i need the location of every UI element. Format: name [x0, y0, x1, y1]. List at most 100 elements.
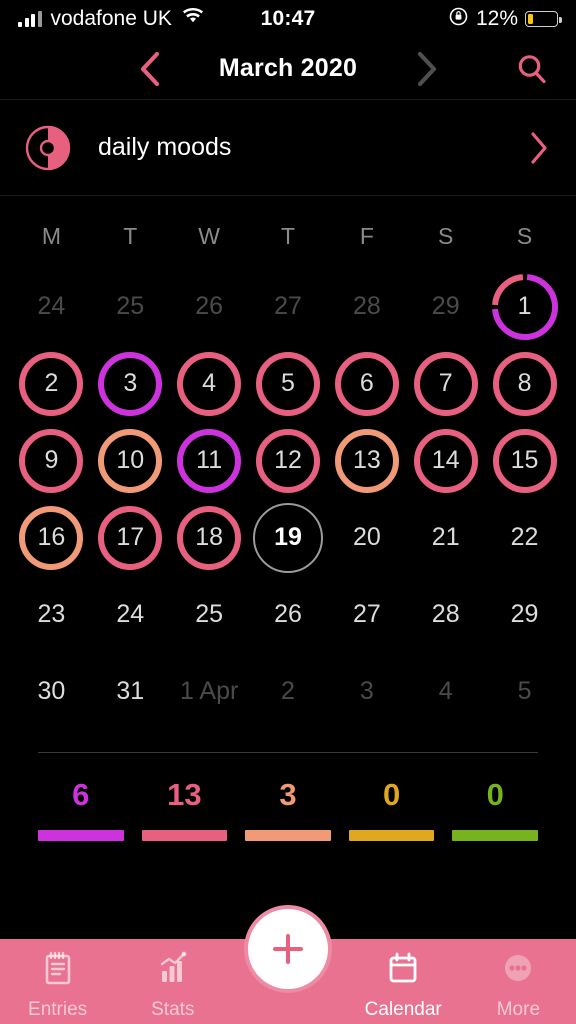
calendar-day-cell[interactable]: 28: [327, 268, 406, 345]
day-number-label: 21: [431, 523, 460, 551]
next-month-button[interactable]: [404, 47, 448, 91]
calendar-day-cell[interactable]: 7: [406, 345, 485, 422]
day-number-label: 16: [37, 523, 66, 551]
calendar-day-cell[interactable]: 1: [485, 268, 564, 345]
day-number-label: 1 Apr: [179, 677, 239, 705]
weekday-label: W: [198, 223, 220, 249]
mood-summary-row: 6 13 3 0 0: [38, 779, 538, 841]
add-entry-button[interactable]: [244, 905, 332, 993]
calendar-day-cell[interactable]: 13: [327, 422, 406, 499]
tab-stats[interactable]: Stats: [115, 949, 230, 1021]
tab-more[interactable]: More: [461, 949, 576, 1021]
calendar-week-row: 16 17 18 19 20 21 22: [12, 499, 564, 576]
calendar-day-cell[interactable]: 19: [249, 499, 328, 576]
calendar-day-cell[interactable]: 22: [485, 499, 564, 576]
day-number-label: 27: [352, 600, 381, 628]
calendar-day-cell[interactable]: 4: [170, 345, 249, 422]
tab-label: Calendar: [364, 999, 442, 1020]
calendar-day-cell[interactable]: 26: [170, 268, 249, 345]
weekday-label: S: [438, 223, 454, 249]
calendar-day-cell[interactable]: 23: [12, 576, 91, 653]
day-number-label: 11: [196, 446, 223, 474]
calendar-day-cell[interactable]: 30: [12, 653, 91, 730]
calendar-day-cell[interactable]: 26: [249, 576, 328, 653]
calendar-day-cell[interactable]: 11: [170, 422, 249, 499]
tab-label: Entries: [28, 999, 88, 1020]
calendar-week-row: 23 24 25 26 27 28 29: [12, 576, 564, 653]
mood-color-bar: [38, 830, 124, 841]
calendar-day-cell[interactable]: 12: [249, 422, 328, 499]
calendar-day-cell[interactable]: 4: [406, 653, 485, 730]
calendar-weeks: 24 25 26 27 28 29 1 2 3 4 5 6 7 8 9 10 11 12 13 14 15 16 17 18 1…: [12, 268, 564, 730]
day-number-label: 15: [510, 446, 539, 474]
calendar-day-cell[interactable]: 16: [12, 499, 91, 576]
calendar-day-cell[interactable]: 2: [12, 345, 91, 422]
search-icon: [518, 54, 546, 83]
calendar-day-cell[interactable]: 24: [91, 576, 170, 653]
calendar-day-cell[interactable]: 27: [249, 268, 328, 345]
calendar-day-cell[interactable]: 5: [249, 345, 328, 422]
day-number-label: 3: [123, 369, 138, 397]
calendar-day-cell[interactable]: 5: [485, 653, 564, 730]
day-number-label: 4: [438, 677, 453, 705]
mood-color-bar: [141, 830, 228, 841]
daily-moods-row[interactable]: daily moods: [0, 100, 576, 196]
tab-calendar[interactable]: Calendar: [346, 949, 461, 1021]
calendar-day-cell[interactable]: 21: [406, 499, 485, 576]
mood-color-bar: [348, 830, 435, 841]
day-number-label: 19: [274, 523, 302, 551]
day-number-label: 18: [195, 523, 224, 551]
day-number-label: 5: [517, 677, 532, 705]
tab-entries[interactable]: Entries: [0, 949, 115, 1021]
calendar-day-cell[interactable]: 25: [170, 576, 249, 653]
app-screen: vodafone UK 10:47 12% March 2020 daily m…: [0, 0, 576, 1024]
weekday-header-row: MTWTFSS: [12, 212, 564, 260]
calendar-day-cell[interactable]: 25: [91, 268, 170, 345]
calendar-day-cell[interactable]: 18: [170, 499, 249, 576]
calendar-day-cell[interactable]: 2: [249, 653, 328, 730]
search-button[interactable]: [510, 47, 554, 91]
calendar-day-cell[interactable]: 8: [485, 345, 564, 422]
day-number-label: 24: [116, 600, 145, 628]
mood-count-label: 6: [72, 777, 90, 812]
calendar-day-cell[interactable]: 1 Apr: [170, 653, 249, 730]
calendar-day-cell[interactable]: 3: [91, 345, 170, 422]
mood-count-label: 0: [382, 777, 401, 812]
calendar-day-cell[interactable]: 31: [91, 653, 170, 730]
day-number-label: 6: [359, 369, 374, 397]
page-title: March 2020: [218, 54, 358, 82]
calendar-day-cell[interactable]: 28: [406, 576, 485, 653]
calendar-day-cell[interactable]: 29: [485, 576, 564, 653]
weekday-label: T: [280, 223, 296, 249]
calendar-day-cell[interactable]: 15: [485, 422, 564, 499]
day-number-label: 5: [281, 369, 295, 397]
calendar-day-cell[interactable]: 24: [12, 268, 91, 345]
day-number-label: 25: [116, 292, 145, 320]
calendar-day-cell[interactable]: 20: [327, 499, 406, 576]
mood-summary-item: 0: [348, 777, 435, 841]
tab-label: More: [496, 999, 541, 1020]
calendar-day-cell[interactable]: 6: [327, 345, 406, 422]
calendar-day-cell[interactable]: 9: [12, 422, 91, 499]
calendar-day-cell[interactable]: 3: [327, 653, 406, 730]
tab-label: Stats: [151, 999, 195, 1020]
day-number-label: 4: [202, 369, 217, 397]
day-number-label: 3: [359, 677, 374, 705]
day-number-label: 24: [37, 292, 66, 320]
calendar-day-cell[interactable]: 10: [91, 422, 170, 499]
summary-divider: [38, 752, 538, 753]
month-header: March 2020: [0, 38, 576, 100]
day-number-label: 17: [116, 523, 145, 551]
day-number-label: 26: [274, 600, 302, 628]
mood-summary-item: 0: [452, 779, 538, 841]
calendar-day-cell[interactable]: 27: [327, 576, 406, 653]
day-number-label: 10: [116, 446, 145, 474]
rotation-lock-icon: [448, 6, 469, 33]
calendar-day-cell[interactable]: 29: [406, 268, 485, 345]
calendar-day-cell[interactable]: 17: [91, 499, 170, 576]
calendar-grid: MTWTFSS 24 25 26 27 28 29 1 2 3 4 5 6 7 8 9 10 11 12 13 14 1…: [0, 196, 576, 730]
previous-month-button[interactable]: [128, 47, 172, 91]
mood-summary-item: 13: [141, 779, 228, 841]
day-number-label: 29: [510, 600, 539, 628]
calendar-day-cell[interactable]: 14: [406, 422, 485, 499]
